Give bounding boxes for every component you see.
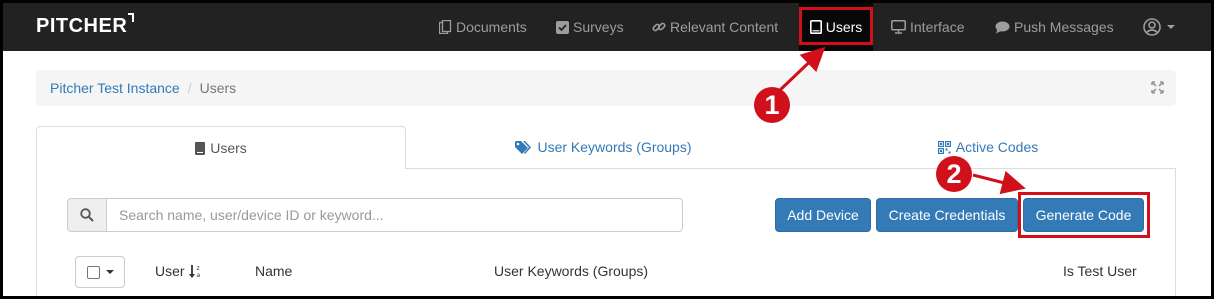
app-window: PITCHER Documents Surveys Relevant Conte… — [3, 3, 1211, 296]
annotation-badge-1: 1 — [754, 87, 790, 123]
annotation-arrow-1 — [777, 46, 826, 93]
annotation-badge-2: 2 — [936, 156, 972, 192]
annotation-arrow-2 — [972, 170, 1026, 195]
annotation-arrows — [777, 46, 1026, 195]
